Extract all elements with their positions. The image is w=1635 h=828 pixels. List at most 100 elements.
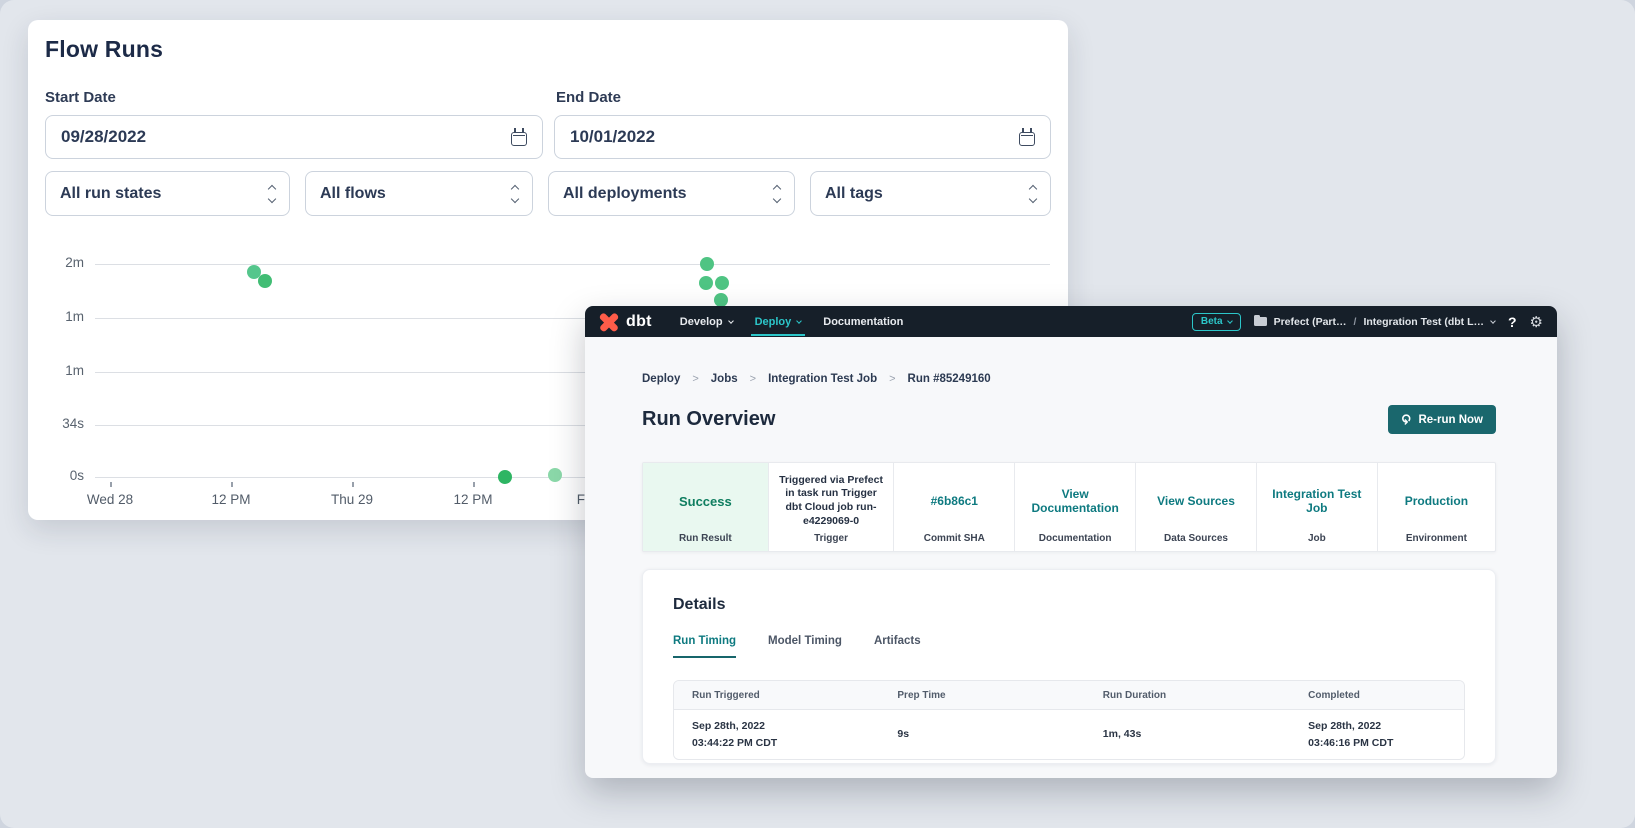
rerun-now-button[interactable]: ⟳ Re-run Now — [1388, 405, 1496, 434]
nav-item-develop[interactable]: Develop — [680, 316, 733, 328]
end-date-value: 10/01/2022 — [570, 127, 1019, 147]
run-result-card: Success Run Result — [643, 463, 769, 551]
y-axis-label: 34s — [28, 416, 84, 431]
x-axis-label: 12 PM — [438, 492, 508, 507]
help-button[interactable]: ? — [1508, 314, 1517, 330]
dbt-logo-icon — [599, 312, 619, 332]
calendar-icon[interactable] — [511, 132, 527, 146]
run-result-value: Success — [651, 469, 760, 533]
breadcrumb-separator: > — [692, 373, 698, 385]
environment-caption: Environment — [1386, 533, 1487, 544]
gear-icon[interactable]: ⚙ — [1530, 313, 1543, 331]
data-point[interactable] — [258, 274, 272, 288]
documentation-card: View Documentation Documentation — [1015, 463, 1136, 551]
nav-deploy-label: Deploy — [755, 316, 792, 328]
job-caption: Job — [1265, 533, 1369, 544]
select-arrows-icon — [269, 186, 275, 202]
x-axis-tick — [352, 482, 354, 487]
data-point[interactable] — [498, 470, 512, 484]
header-run-duration: Run Duration — [1085, 690, 1290, 701]
select-arrows-icon — [1030, 186, 1036, 202]
nav-item-documentation[interactable]: Documentation — [823, 316, 903, 328]
job-link[interactable]: Integration Test Job — [1265, 469, 1369, 533]
breadcrumb-deploy[interactable]: Deploy — [642, 373, 680, 385]
nav-item-deploy[interactable]: Deploy — [755, 316, 802, 328]
data-point[interactable] — [548, 468, 562, 482]
deployments-select[interactable]: All deployments — [548, 171, 795, 216]
tags-select[interactable]: All tags — [810, 171, 1051, 216]
commit-sha-link[interactable]: #6b86c1 — [902, 469, 1006, 533]
select-arrows-icon — [774, 186, 780, 202]
commit-sha-card: #6b86c1 Commit SHA — [894, 463, 1015, 551]
y-axis-label: 0s — [28, 468, 84, 483]
dbt-logo[interactable]: dbt — [599, 312, 652, 332]
project-separator: / — [1354, 316, 1357, 328]
beta-label: Beta — [1201, 316, 1223, 327]
start-date-value: 09/28/2022 — [61, 127, 511, 147]
dbt-brand-name: dbt — [626, 313, 652, 331]
run-summary-cards: Success Run Result Triggered via Prefect… — [642, 462, 1496, 552]
page-title: Run Overview — [642, 408, 775, 431]
desktop: Flow Runs Start Date End Date 09/28/2022… — [0, 0, 1635, 828]
account-name: Prefect (Part… — [1274, 316, 1347, 328]
folder-icon — [1254, 317, 1267, 326]
run-states-select[interactable]: All run states — [45, 171, 290, 216]
end-date-input[interactable]: 10/01/2022 — [554, 115, 1051, 159]
data-sources-card: View Sources Data Sources — [1136, 463, 1257, 551]
tab-artifacts[interactable]: Artifacts — [874, 635, 921, 658]
x-axis-label: 12 PM — [196, 492, 266, 507]
job-card: Integration Test Job Job — [1257, 463, 1378, 551]
run-triggered-date: Sep 28th, 2022 — [692, 718, 861, 734]
dbt-cloud-window: dbt Develop Deploy Documentation Beta — [585, 306, 1557, 778]
cell-run-duration: 1m, 43s — [1085, 726, 1290, 742]
details-title: Details — [673, 596, 1465, 614]
breadcrumb-jobs[interactable]: Jobs — [711, 373, 738, 385]
breadcrumb-job-name[interactable]: Integration Test Job — [768, 373, 877, 385]
start-date-label: Start Date — [45, 89, 545, 106]
y-axis-label: 1m — [28, 363, 84, 378]
table-row: Sep 28th, 2022 03:44:22 PM CDT 9s 1m, 43… — [674, 710, 1464, 759]
breadcrumb: Deploy > Jobs > Integration Test Job > R… — [642, 373, 1496, 385]
y-axis-label: 1m — [28, 309, 84, 324]
breadcrumb-separator: > — [750, 373, 756, 385]
completed-time: 03:46:16 PM CDT — [1308, 735, 1446, 751]
run-result-caption: Run Result — [651, 533, 760, 544]
data-point[interactable] — [714, 293, 728, 307]
calendar-icon[interactable] — [1019, 132, 1035, 146]
data-point[interactable] — [715, 276, 729, 290]
chevron-down-icon — [1227, 318, 1233, 324]
beta-badge[interactable]: Beta — [1192, 313, 1241, 331]
data-point[interactable] — [699, 276, 713, 290]
cell-completed: Sep 28th, 2022 03:46:16 PM CDT — [1290, 718, 1464, 751]
view-documentation-link[interactable]: View Documentation — [1023, 469, 1127, 533]
tab-run-timing[interactable]: Run Timing — [673, 635, 736, 658]
nav-documentation-label: Documentation — [823, 316, 903, 328]
breadcrumb-run-id[interactable]: Run #85249160 — [908, 373, 991, 385]
view-sources-link[interactable]: View Sources — [1144, 469, 1248, 533]
run-triggered-time: 03:44:22 PM CDT — [692, 735, 861, 751]
cell-run-triggered: Sep 28th, 2022 03:44:22 PM CDT — [674, 718, 879, 751]
details-panel: Details Run Timing Model Timing Artifact… — [642, 569, 1496, 764]
documentation-caption: Documentation — [1023, 533, 1127, 544]
trigger-caption: Trigger — [777, 533, 886, 544]
header-prep-time: Prep Time — [879, 690, 1084, 701]
header-completed: Completed — [1290, 690, 1464, 701]
tags-value: All tags — [825, 185, 1030, 203]
x-axis-label: Thu 29 — [317, 492, 387, 507]
tab-model-timing[interactable]: Model Timing — [768, 635, 842, 658]
details-tabs: Run Timing Model Timing Artifacts — [673, 635, 1465, 658]
cell-prep-time: 9s — [879, 726, 1084, 742]
table-header-row: Run Triggered Prep Time Run Duration Com… — [674, 681, 1464, 710]
data-point[interactable] — [700, 257, 714, 271]
flows-select[interactable]: All flows — [305, 171, 533, 216]
breadcrumb-separator: > — [889, 373, 895, 385]
chevron-down-icon — [1490, 318, 1496, 324]
nav-develop-label: Develop — [680, 316, 723, 328]
rerun-now-label: Re-run Now — [1418, 414, 1483, 426]
trigger-card: Triggered via Prefect in task run Trigge… — [769, 463, 895, 551]
x-axis-tick — [110, 482, 112, 487]
project-switcher[interactable]: Prefect (Part… / Integration Test (dbt L… — [1254, 316, 1495, 328]
environment-link[interactable]: Production — [1386, 469, 1487, 533]
start-date-input[interactable]: 09/28/2022 — [45, 115, 543, 159]
select-arrows-icon — [512, 186, 518, 202]
